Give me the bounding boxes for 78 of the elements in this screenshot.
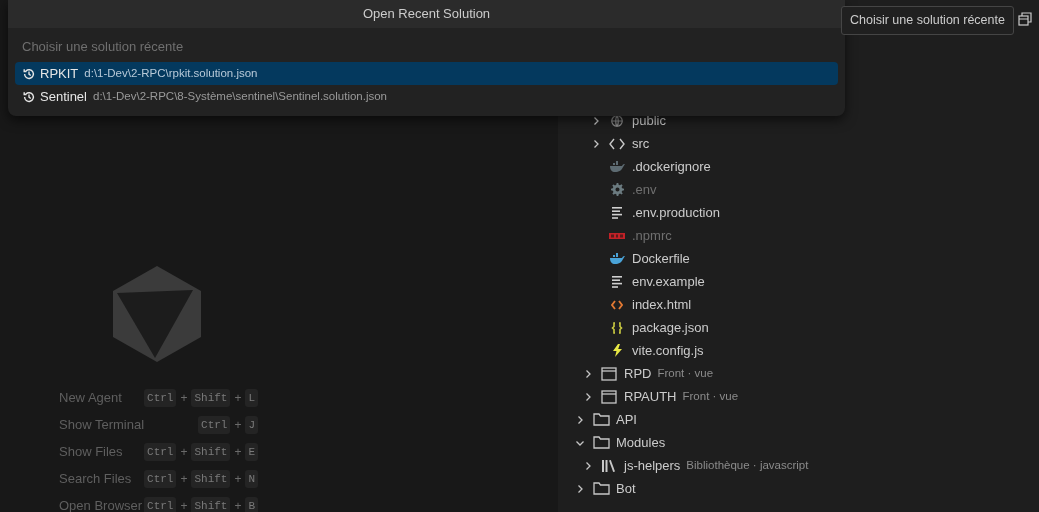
tree-item[interactable]: index.html xyxy=(632,294,692,315)
tree-item[interactable]: RPD xyxy=(624,363,652,384)
key-cap: Shift xyxy=(191,443,231,461)
item-description: Bibliothèque · javascript xyxy=(686,457,809,473)
shortcut-label: Show Terminal xyxy=(59,416,145,434)
books-icon xyxy=(601,458,617,473)
tree-item[interactable]: API xyxy=(616,409,637,430)
text-lines-icon xyxy=(611,206,623,219)
shortcut-label: Open Browser xyxy=(59,497,144,512)
key-cap: Shift xyxy=(191,497,231,512)
globe-icon xyxy=(610,113,624,128)
key-cap: Ctrl xyxy=(198,416,231,434)
search-field[interactable]: Choisir une solution récente xyxy=(16,32,837,60)
braces-icon xyxy=(611,321,623,334)
folder-icon xyxy=(592,436,610,449)
whale-icon xyxy=(609,161,625,172)
plus-sign: + xyxy=(234,471,242,488)
recent-solution-item[interactable]: Sentinel d:\1-Dev\2-RPC\8-Système\sentinel\Sentinel.solution.json xyxy=(15,85,838,108)
chevron-icon[interactable] xyxy=(583,460,593,471)
key-cap: L xyxy=(245,389,259,407)
angle-brackets-icon xyxy=(611,299,623,310)
key-cap: Shift xyxy=(191,389,231,407)
npm-icon xyxy=(609,232,625,239)
chevron-icon[interactable] xyxy=(591,138,601,149)
key-cap: Ctrl xyxy=(144,497,177,512)
plus-sign: + xyxy=(180,498,188,512)
shortcut-label: Search Files xyxy=(59,470,133,488)
tree-item[interactable]: .env.production xyxy=(632,202,720,223)
solution-path: d:\1-Dev\2-RPC\8-Système\sentinel\Sentinel.solution.json xyxy=(93,88,387,104)
tree-item[interactable]: RPAUTH xyxy=(624,386,677,407)
chevron-icon[interactable] xyxy=(583,391,593,402)
tree-item[interactable]: Dockerfile xyxy=(632,248,690,269)
palette-title: Open Recent Solution xyxy=(8,0,845,28)
window-icon xyxy=(601,389,617,404)
shortcut-label: New Agent xyxy=(59,389,123,407)
code-icon xyxy=(609,137,625,150)
item-description: Front · vue xyxy=(657,365,714,381)
key-cap: Shift xyxy=(191,470,231,488)
chevron-icon[interactable] xyxy=(575,483,585,494)
history-icon xyxy=(22,89,36,104)
history-icon xyxy=(22,66,36,81)
tree-item[interactable]: package.json xyxy=(632,317,709,338)
gear-icon xyxy=(610,183,624,196)
tree-item[interactable]: src xyxy=(632,133,650,154)
plus-sign: + xyxy=(180,471,188,488)
plus-sign: + xyxy=(234,498,242,512)
lightning-icon xyxy=(612,344,622,357)
tree-item[interactable]: Modules xyxy=(616,432,666,453)
item-description: Front · vue xyxy=(682,388,739,404)
key-cap: B xyxy=(245,497,259,512)
chevron-icon[interactable] xyxy=(583,368,593,379)
tree-item[interactable]: js-helpers xyxy=(624,455,681,476)
key-cap: E xyxy=(245,443,259,461)
plus-sign: + xyxy=(180,390,188,407)
folder-icon xyxy=(592,482,610,495)
tooltip: Choisir une solution récente xyxy=(841,6,1014,35)
tree-item[interactable]: Bot xyxy=(616,478,636,499)
key-cap: J xyxy=(245,416,259,434)
recent-solution-item[interactable]: RPKIT d:\1-Dev\2-RPC\rpkit.solution.json xyxy=(15,62,838,85)
plus-sign: + xyxy=(234,390,242,407)
key-cap: Ctrl xyxy=(144,470,177,488)
key-cap: Ctrl xyxy=(144,443,177,461)
text-lines-icon xyxy=(611,275,623,288)
tree-item[interactable]: .dockerignore xyxy=(632,156,711,177)
key-cap: N xyxy=(245,470,259,488)
plus-sign: + xyxy=(234,417,242,434)
windows-icon[interactable] xyxy=(1018,12,1032,26)
key-cap: Ctrl xyxy=(144,389,177,407)
folder-icon xyxy=(592,413,610,426)
chevron-icon[interactable] xyxy=(575,414,585,425)
tree-item[interactable]: env.example xyxy=(632,271,705,292)
solution-path: d:\1-Dev\2-RPC\rpkit.solution.json xyxy=(84,65,258,81)
shortcut-label: Show Files xyxy=(59,443,124,461)
plus-sign: + xyxy=(234,444,242,461)
plus-sign: + xyxy=(180,444,188,461)
window-icon xyxy=(601,366,617,381)
tree-item[interactable]: vite.config.js xyxy=(632,340,704,361)
whale-icon xyxy=(609,253,625,264)
